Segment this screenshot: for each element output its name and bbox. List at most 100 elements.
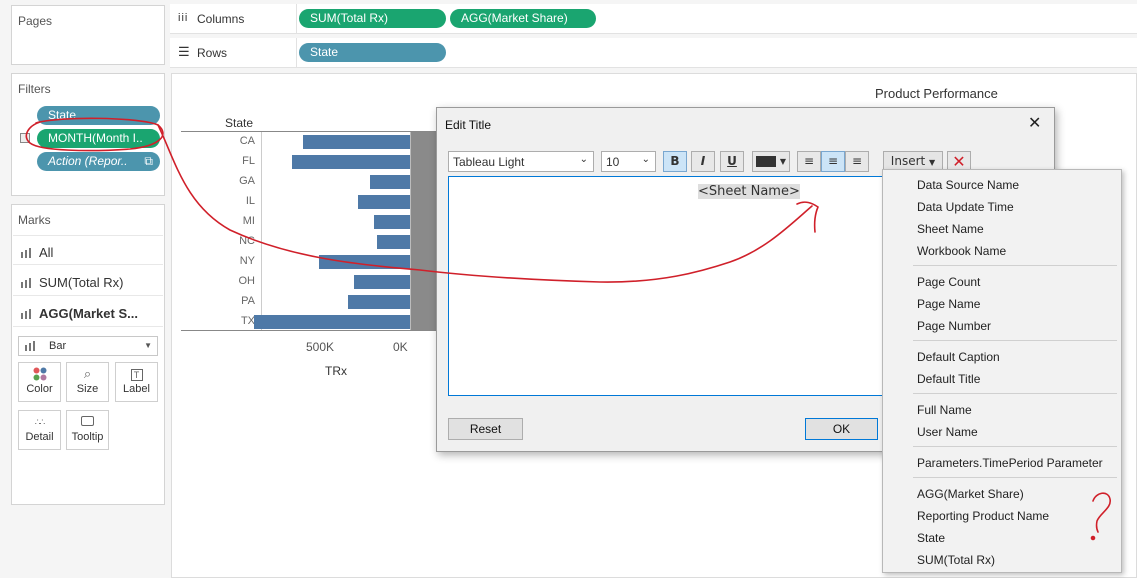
state-label-tx: TX [240,315,255,327]
marks-title: Marks [18,213,51,227]
state-label-mi: MI [242,215,255,227]
bar-nc[interactable] [377,235,410,249]
axis-tick-500k: 500K [306,340,335,354]
shelf-divider [296,4,297,34]
menu-separator [913,477,1117,478]
bar-oh[interactable] [354,275,410,289]
filter-pill-state[interactable]: State [37,106,160,125]
italic-button[interactable]: I [691,151,715,172]
axis-tick-0k: 0K [393,340,408,354]
title-editor[interactable]: <Sheet Name> [448,176,883,396]
bar-ny[interactable] [319,255,410,269]
mark-type-value: Bar [49,340,67,352]
menu-item-user-name[interactable]: User Name [917,425,978,439]
detail-card[interactable]: ∴∴ Detail [18,410,61,450]
tooltip-card[interactable]: Tooltip [66,410,109,450]
bar-pa[interactable] [348,295,410,309]
row-header-line [181,131,436,132]
size-card[interactable]: ⌕ Size [66,362,109,402]
rows-icon: ☰ [178,44,190,59]
bar-chart-icon [25,341,35,351]
menu-item-sheet-name[interactable]: Sheet Name [917,222,984,236]
font-size-select[interactable]: 10 ⌄ [601,151,656,172]
underline-button[interactable]: U [720,151,744,172]
menu-item-sum-total-rx[interactable]: SUM(Total Rx) [917,553,995,567]
bar-mi[interactable] [374,215,410,229]
filter-pill-action[interactable]: Action (Repor.. ⧉ [37,152,160,171]
color-dots-icon [19,363,60,383]
color-card[interactable]: Color [18,362,61,402]
dialog-title: Edit Title [445,118,492,132]
insert-label: Insert [890,154,926,168]
bold-button[interactable]: B [663,151,687,172]
menu-item-timeperiod-parameter[interactable]: Parameters.TimePeriod Parameter [917,456,1103,470]
bar-tx[interactable] [254,315,410,329]
align-center-button[interactable]: ≡ [821,151,845,172]
columns-pill-agg-market-share[interactable]: AGG(Market Share) [450,9,596,28]
menu-item-page-name[interactable]: Page Name [917,297,980,311]
color-card-label: Color [26,383,53,395]
menu-item-data-update-time[interactable]: Data Update Time [917,200,1014,214]
font-family-select[interactable]: Tableau Light ⌄ [448,151,594,172]
state-label-ca: CA [239,135,255,147]
bar-chart-icon [21,309,31,319]
chevron-down-icon: ▼ [144,341,152,350]
columns-pill-sum-total-rx[interactable]: SUM(Total Rx) [299,9,446,28]
state-label-il: IL [245,195,255,207]
insert-menu: Data Source Name Data Update Time Sheet … [882,169,1122,573]
second-pane-bars [411,132,436,330]
marks-sum-label: SUM(Total Rx) [39,275,124,290]
rows-pill-state[interactable]: State [299,43,446,62]
bar-fl[interactable] [292,155,410,169]
align-left-button[interactable]: ≡ [797,151,821,172]
header-divider [261,132,262,330]
marks-all[interactable]: All [13,235,163,265]
menu-item-data-source-name[interactable]: Data Source Name [917,178,1019,192]
filter-pill-month[interactable]: MONTH(Month I.. [37,129,160,148]
mark-type-dropdown[interactable]: Bar ▼ [18,336,158,356]
label-card[interactable]: T Label [115,362,158,402]
reset-button[interactable]: Reset [448,418,523,440]
label-card-label: Label [123,383,150,395]
pages-pane: Pages [11,5,165,65]
menu-item-page-count[interactable]: Page Count [917,275,980,289]
viz-title: Product Performance [875,86,998,101]
shelf-divider [296,38,297,68]
state-label-pa: PA [241,295,255,307]
menu-item-default-caption[interactable]: Default Caption [917,350,1000,364]
text-color-button[interactable]: ▼ [752,151,790,172]
menu-item-default-title[interactable]: Default Title [917,372,980,386]
bar-il[interactable] [358,195,410,209]
state-label-ny: NY [239,255,255,267]
bar-ca[interactable] [303,135,410,149]
chevron-down-icon: ▼ [929,158,936,167]
size-card-label: Size [76,383,99,395]
color-swatch [756,156,776,167]
state-label-ga: GA [239,175,255,187]
state-label-fl: FL [242,155,255,167]
marks-agg-market-share[interactable]: AGG(Market S... [13,297,163,327]
menu-item-workbook-name[interactable]: Workbook Name [917,244,1006,258]
align-right-button[interactable]: ≡ [845,151,869,172]
detail-icon: ∴∴ [34,417,45,427]
detail-card-label: Detail [25,431,54,443]
size-icon: ⌕ [83,366,92,381]
menu-item-full-name[interactable]: Full Name [917,403,972,417]
state-label-oh: OH [238,275,256,287]
marks-sum-total-rx[interactable]: SUM(Total Rx) [13,266,163,296]
menu-item-reporting-product-name[interactable]: Reporting Product Name [917,509,1049,523]
bar-ga[interactable] [370,175,410,189]
ok-button[interactable]: OK [805,418,878,440]
bar-chart-icon [21,278,31,288]
close-icon[interactable]: ✕ [1028,113,1041,132]
menu-item-agg-market-share[interactable]: AGG(Market Share) [917,487,1024,501]
menu-separator [913,265,1117,266]
menu-item-page-number[interactable]: Page Number [917,319,991,333]
filters-title: Filters [18,82,51,96]
menu-item-state[interactable]: State [917,531,945,545]
filter-context-icon [20,133,30,143]
axis-title-trx: TRx [325,364,347,378]
chevron-down-icon: ▼ [779,157,786,166]
tooltip-icon [67,411,108,431]
bar-chart-icon [21,248,31,258]
